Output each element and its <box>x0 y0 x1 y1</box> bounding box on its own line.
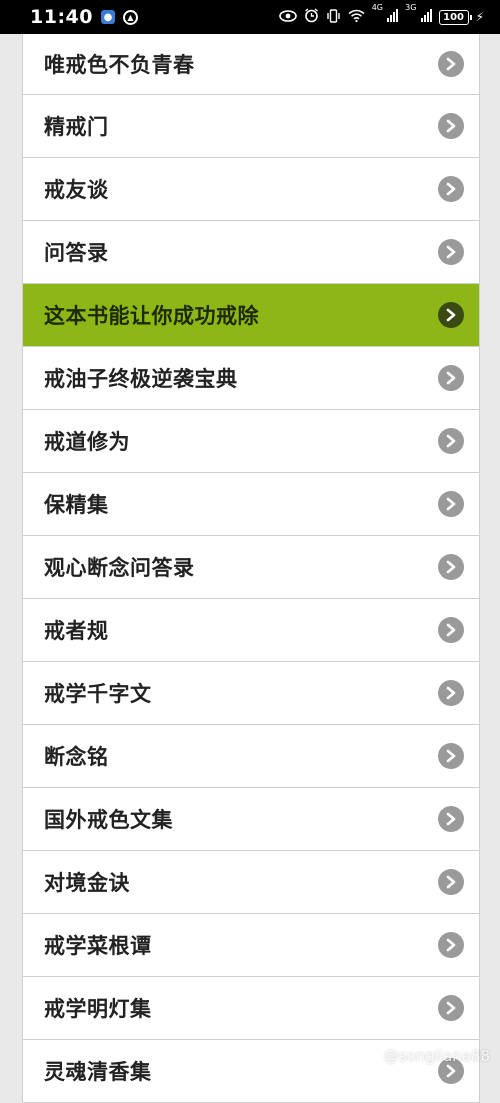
eye-icon <box>278 9 297 25</box>
hd-icon: ▲ <box>122 9 138 25</box>
chevron-right-icon <box>438 239 464 265</box>
list-item[interactable]: 对境金诀 <box>23 851 479 914</box>
list-item-label: 保精集 <box>44 493 109 517</box>
list-item[interactable]: 国外戒色文集 <box>23 788 479 851</box>
chevron-right-icon <box>438 176 464 202</box>
list-item[interactable]: 问答录 <box>23 221 479 284</box>
signal-icon: 4G <box>372 4 399 25</box>
chevron-right-icon <box>438 365 464 391</box>
list-item[interactable]: 戒学菜根谭 <box>23 914 479 977</box>
chevron-right-icon <box>438 932 464 958</box>
status-right: 4G 3G 100 ⚡ <box>278 4 484 26</box>
list-item-label: 戒者规 <box>44 619 109 643</box>
chevron-right-icon <box>438 869 464 895</box>
battery-level: 100 <box>443 11 464 23</box>
status-time: 11:40 <box>30 6 93 28</box>
list-item[interactable]: 戒油子终极逆袭宝典 <box>23 347 479 410</box>
list-item-label: 这本书能让你成功戒除 <box>44 304 259 328</box>
list-item-label: 断念铭 <box>44 745 109 769</box>
menu-list: 唯戒色不负青春 精戒门戒友谈问答录这本书能让你成功戒除 戒油子终极逆袭宝典 戒道修为保… <box>22 34 480 1103</box>
list-item-label: 戒友谈 <box>44 178 109 202</box>
list-item[interactable]: 戒者规 <box>23 599 479 662</box>
list-item[interactable]: 精戒门 <box>23 95 479 158</box>
chevron-right-icon <box>438 113 464 139</box>
chevron-right-icon <box>438 995 464 1021</box>
list-item[interactable]: 戒学明灯集 <box>23 977 479 1040</box>
wifi-icon <box>348 9 365 25</box>
chevron-right-icon <box>438 302 464 328</box>
vibrate-icon <box>326 8 341 26</box>
list-item[interactable]: 断念铭 <box>23 725 479 788</box>
chevron-right-icon <box>438 806 464 832</box>
battery-icon: 100 <box>438 9 472 25</box>
list-item-label: 戒油子终极逆袭宝典 <box>44 367 238 391</box>
network-type-2: 3G <box>405 3 417 12</box>
list-item-label: 唯戒色不负青春 <box>44 53 195 77</box>
signal-icon-2: 3G <box>405 4 432 25</box>
watermark-text: @songliana88 <box>383 1047 490 1065</box>
list-item-label: 戒学菜根谭 <box>44 934 152 958</box>
list-item-label: 国外戒色文集 <box>44 808 173 832</box>
list-item[interactable]: 戒道修为 <box>23 410 479 473</box>
chevron-right-icon <box>438 680 464 706</box>
list-item-label: 戒道修为 <box>44 430 130 454</box>
list-item[interactable]: 戒友谈 <box>23 158 479 221</box>
list-item[interactable]: 这本书能让你成功戒除 <box>23 284 479 347</box>
app-icon: ● <box>100 10 115 24</box>
list-item-label: 问答录 <box>44 241 109 265</box>
status-left: 11:40 ● ▲ <box>30 6 138 28</box>
list-item-label: 对境金诀 <box>44 871 130 895</box>
chevron-right-icon <box>438 554 464 580</box>
alarm-icon <box>304 8 319 26</box>
list-item-label: 戒学明灯集 <box>44 997 152 1021</box>
chevron-right-icon <box>438 428 464 454</box>
list-item-label: 精戒门 <box>44 115 109 139</box>
list-item-label: 灵魂清香集 <box>44 1060 152 1084</box>
list-item-label: 观心断念问答录 <box>44 556 195 580</box>
list-item[interactable]: 保精集 <box>23 473 479 536</box>
chevron-right-icon <box>438 491 464 517</box>
list-item-label: 戒学千字文 <box>44 682 152 706</box>
watermark: @songliana88 <box>384 1047 490 1065</box>
chevron-right-icon <box>438 617 464 643</box>
list-item[interactable]: 唯戒色不负青春 <box>23 34 479 95</box>
list-item[interactable]: 观心断念问答录 <box>23 536 479 599</box>
chevron-right-icon <box>438 743 464 769</box>
status-bar: 11:40 ● ▲ 4G 3G 100 ⚡ <box>0 0 500 34</box>
network-type-1: 4G <box>371 3 383 12</box>
charging-icon: ⚡ <box>475 10 484 24</box>
list-item[interactable]: 戒学千字文 <box>23 662 479 725</box>
chevron-right-icon <box>438 51 464 77</box>
